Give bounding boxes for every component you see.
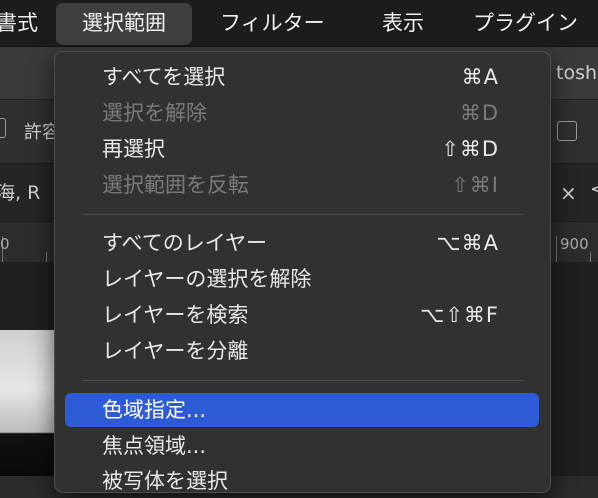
menu-item-focus-area[interactable]: 焦点領域... xyxy=(65,429,539,463)
canvas-photo xyxy=(0,330,62,476)
menu-item-label: すべてを選択 xyxy=(102,65,226,89)
menu-item-label: レイヤーの選択を解除 xyxy=(102,267,312,291)
select-dropdown-menu: すべてを選択 ⌘A 選択を解除 ⌘D 再選択 ⇧⌘D 選択範囲を反転 ⇧⌘I す… xyxy=(54,51,551,493)
menu-item-find-layers[interactable]: レイヤーを検索 ⌥⇧⌘F xyxy=(65,298,539,332)
menu-item-select-subject[interactable]: 被写体を選択 xyxy=(65,464,539,498)
menu-item-label: 色域指定... xyxy=(102,398,207,422)
menu-item-label: 選択範囲を反転 xyxy=(102,173,249,197)
option-checkbox[interactable] xyxy=(557,121,577,141)
menu-item-label: レイヤーを検索 xyxy=(102,303,249,327)
menu-item-reselect[interactable]: 再選択 ⇧⌘D xyxy=(65,132,539,166)
menu-item-label: 被写体を選択 xyxy=(102,469,228,493)
next-tab-fragment[interactable]: < xyxy=(590,178,598,200)
menubar: 書式 選択範囲 フィルター 表示 プラグイン xyxy=(0,0,598,47)
menu-item-shortcut: ⇧⌘D xyxy=(441,137,499,161)
menu-item-label: 焦点領域... xyxy=(102,434,207,458)
menu-item-label: すべてのレイヤー xyxy=(102,231,268,255)
menu-item-select-all[interactable]: すべてを選択 ⌘A xyxy=(65,60,539,94)
menu-item-shortcut: ⌥⇧⌘F xyxy=(420,303,499,327)
option-field[interactable] xyxy=(0,118,6,138)
menu-item-inverse: 選択範囲を反転 ⇧⌘I xyxy=(65,168,539,202)
menu-plugins[interactable]: プラグイン xyxy=(473,0,578,46)
menu-separator xyxy=(83,214,524,215)
menu-item-label: レイヤーを分離 xyxy=(102,339,249,363)
menu-item-deselect: 選択を解除 ⌘D xyxy=(65,96,539,130)
menu-item-isolate-layers[interactable]: レイヤーを分離 xyxy=(65,334,539,368)
menu-item-label: 再選択 xyxy=(102,137,165,161)
menu-item-shortcut: ⌘D xyxy=(459,101,499,125)
app-title-fragment: tosh xyxy=(556,62,598,84)
ruler-label-right: 900 xyxy=(560,235,589,253)
menu-view[interactable]: 表示 xyxy=(382,0,424,46)
menu-filter[interactable]: フィルター xyxy=(220,0,325,46)
close-tab-icon[interactable]: × xyxy=(560,181,577,205)
menu-separator xyxy=(83,380,524,381)
menu-item-deselect-layers[interactable]: レイヤーの選択を解除 xyxy=(65,262,539,296)
ruler-label-left: 0 xyxy=(0,235,10,253)
document-tab-label[interactable]: 海, R xyxy=(0,178,40,205)
menu-item-shortcut: ⌥⌘A xyxy=(436,231,499,255)
menu-item-shortcut: ⇧⌘I xyxy=(451,173,499,197)
menu-format[interactable]: 書式 xyxy=(0,0,38,46)
menu-item-label: 選択を解除 xyxy=(102,101,207,125)
menu-item-color-range[interactable]: 色域指定... xyxy=(65,393,539,427)
menu-item-all-layers[interactable]: すべてのレイヤー ⌥⌘A xyxy=(65,226,539,260)
menu-item-shortcut: ⌘A xyxy=(461,65,499,89)
menu-select[interactable]: 選択範囲 xyxy=(56,3,192,45)
